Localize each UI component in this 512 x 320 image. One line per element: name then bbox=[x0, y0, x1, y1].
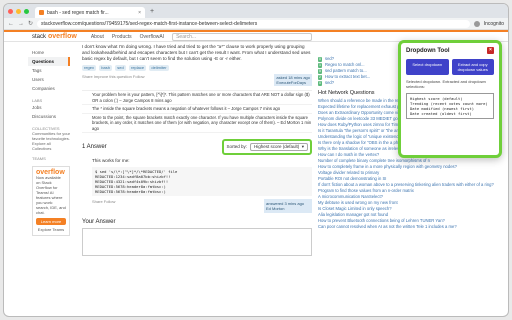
ad-text: Now available on Stack Overflow for Team… bbox=[36, 175, 66, 215]
sidebar-item-jobs[interactable]: Jobs bbox=[32, 103, 70, 112]
answer-editor[interactable] bbox=[82, 228, 312, 256]
browser-window: bash - sed regex match fir... × + ← → ↻ … bbox=[4, 4, 508, 316]
tag-regex[interactable]: regex bbox=[82, 65, 97, 71]
extension-icon[interactable] bbox=[473, 20, 480, 27]
question-main: I don't know what I'm doing wrong. I hav… bbox=[82, 42, 312, 316]
answers-header: 1 Answer Sorted by: Highest score (defau… bbox=[82, 139, 312, 155]
tab-title: bash - sed regex match fir... bbox=[47, 9, 109, 16]
popup-button-row: Select dropdown Extract and copy dropdow… bbox=[406, 59, 494, 75]
answer-code: $ sed 's/\*:[^\*]*/\*REDACTED/' file RED… bbox=[92, 167, 312, 196]
comment-list: Your problem here is your pattern, [^\]*… bbox=[82, 90, 312, 133]
sort-label: Sorted by: bbox=[226, 144, 247, 149]
search-input[interactable]: Search... bbox=[172, 32, 313, 41]
close-tab-icon[interactable]: × bbox=[138, 10, 141, 16]
dropdown-tool-popup: Dropdown Tool × Select dropdown Extract … bbox=[398, 40, 502, 158]
sort-dropdown[interactable]: Highest score (default) ▾ bbox=[250, 143, 308, 151]
left-sidebar: Home Questions Tags Users Companies LABS… bbox=[4, 42, 74, 316]
code-line: REDACTED:5678:header8a:fmtbsc:) bbox=[95, 189, 166, 194]
answer-intro: This works for me: bbox=[92, 158, 130, 163]
answer-author[interactable]: Ed Morton bbox=[266, 206, 284, 211]
question-body: I don't know what I'm doing wrong. I hav… bbox=[82, 44, 311, 61]
browser-tab[interactable]: bash - sed regex match fir... × bbox=[35, 7, 145, 18]
question-author[interactable]: ExecuteForDays bbox=[276, 80, 306, 85]
close-window-button[interactable] bbox=[8, 8, 13, 14]
tag-sed[interactable]: sed bbox=[115, 65, 126, 71]
sidebar-item-users[interactable]: Users bbox=[32, 75, 70, 84]
so-logo[interactable]: stack overflow bbox=[32, 33, 77, 40]
answers-heading: 1 Answer bbox=[82, 144, 107, 150]
window-controls bbox=[8, 8, 29, 14]
comment: The * inside the square brackets means a… bbox=[82, 105, 312, 114]
tag-bash[interactable]: bash bbox=[99, 65, 112, 71]
sort-control: Sorted by: Highest score (default) ▾ bbox=[222, 139, 312, 155]
question-usercard: asked 18 mins ago ExecuteForDays bbox=[274, 74, 312, 86]
sidebar-item-discussions[interactable]: Discussions bbox=[32, 112, 70, 121]
sidebar-item-questions[interactable]: Questions bbox=[28, 57, 70, 66]
forward-icon[interactable]: → bbox=[18, 21, 24, 27]
popup-title: Dropdown Tool bbox=[406, 47, 450, 54]
address-bar-row: ← → ↻ stackoverflow.com/questions/794591… bbox=[4, 18, 508, 30]
nav-products[interactable]: Products bbox=[112, 34, 132, 40]
teams-ad: overflow Now available on Stack Overflow… bbox=[32, 166, 70, 236]
back-icon[interactable]: ← bbox=[8, 21, 14, 27]
extract-values-button[interactable]: Extract and copy dropdown values bbox=[451, 59, 494, 75]
nav-about[interactable]: About bbox=[91, 34, 104, 40]
stackoverflow-favicon-icon bbox=[39, 10, 44, 15]
hot-question-link[interactable]: Can poor cannot resolved when AI as not … bbox=[318, 224, 500, 230]
tab-bar: bash - sed regex match fir... × + bbox=[4, 4, 508, 18]
sort-value: Highest score (default) bbox=[254, 144, 300, 149]
sidebar-item-home[interactable]: Home bbox=[32, 48, 70, 57]
select-dropdown-button[interactable]: Select dropdown bbox=[406, 59, 449, 75]
maximize-window-button[interactable] bbox=[24, 8, 29, 14]
collectives-text[interactable]: Communities for your favorite technologi… bbox=[32, 131, 70, 151]
sidebar-item-tags[interactable]: Tags bbox=[32, 66, 70, 75]
sidebar-item-companies[interactable]: Companies bbox=[32, 84, 70, 93]
option-value: Date created (oldest first) bbox=[410, 111, 472, 116]
nav-overflowai[interactable]: OverflowAI bbox=[140, 34, 164, 40]
comment: Your problem here is your pattern, [^\]*… bbox=[82, 91, 312, 105]
tag-replace[interactable]: replace bbox=[129, 65, 147, 71]
close-icon[interactable]: × bbox=[487, 47, 494, 54]
your-answer-heading: Your Answer bbox=[82, 219, 116, 225]
extracted-options: Highest score (default) Trending (recent… bbox=[406, 93, 494, 119]
popup-header: Dropdown Tool × bbox=[406, 47, 494, 54]
minimize-window-button[interactable] bbox=[16, 8, 21, 14]
tag-delimiter[interactable]: delimiter bbox=[149, 65, 169, 71]
tag-list: regex bash sed replace delimiter bbox=[82, 65, 312, 71]
learn-more-button[interactable]: Learn more bbox=[36, 218, 66, 225]
answer: This works for me: $ sed 's/\*:[^\*]*/\*… bbox=[82, 158, 312, 213]
chevron-down-icon: ▾ bbox=[301, 144, 304, 149]
logo-text: stack bbox=[32, 33, 47, 40]
related-link[interactable]: sed? bbox=[325, 80, 334, 86]
question-actions[interactable]: Share Improve this question Follow bbox=[82, 74, 144, 86]
answer-usercard: answered 3 mins ago Ed Morton bbox=[264, 199, 312, 213]
new-tab-icon[interactable]: + bbox=[150, 8, 154, 15]
comment: More to the point, the square brackets m… bbox=[82, 114, 312, 133]
logo-bold: overflow bbox=[48, 33, 77, 40]
teams-header: TEAMS bbox=[32, 156, 46, 161]
reload-icon[interactable]: ↻ bbox=[28, 20, 33, 27]
url-field[interactable]: stackoverflow.com/questions/79459175/sed… bbox=[37, 19, 470, 28]
popup-status-text: Selected dropdown. Extracted and dropdow… bbox=[406, 79, 486, 89]
explore-teams-link[interactable]: Explore Teams bbox=[36, 227, 66, 232]
incognito-label[interactable]: Incognito bbox=[484, 21, 504, 27]
